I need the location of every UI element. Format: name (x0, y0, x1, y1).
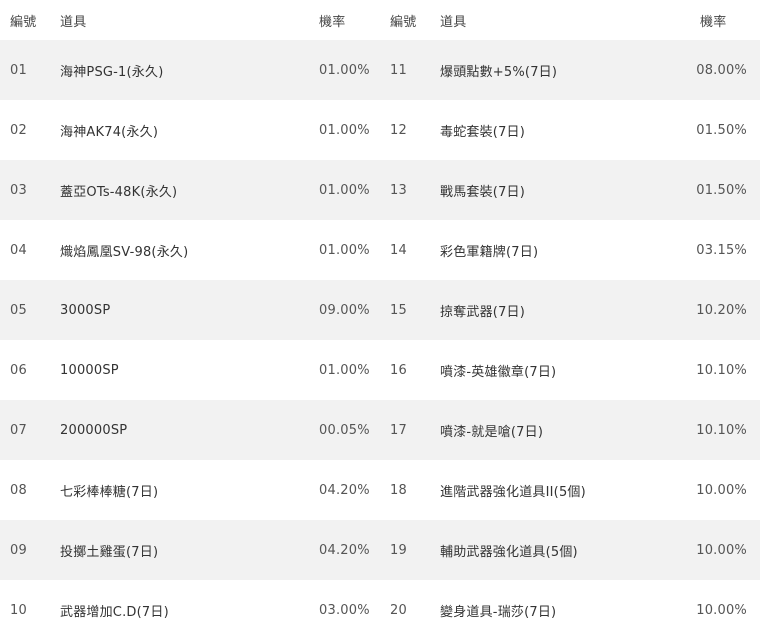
row-rate: 01.50% (696, 182, 747, 198)
table-row: 01 海神PSG-1(永久) 01.00% 11 爆頭點數+5%(7日) 08.… (0, 40, 760, 100)
row-item: 10000SP (60, 362, 119, 378)
row-rate: 01.00% (319, 242, 370, 258)
row-item: 毒蛇套裝(7日) (440, 124, 526, 140)
row-item: 變身道具-瑞莎(7日) (440, 604, 557, 620)
probability-table: 編號 道具 機率 編號 道具 機率 01 海神PSG-1(永久) 01.00% … (0, 0, 760, 640)
row-no: 01 (10, 62, 27, 78)
row-no: 13 (390, 182, 407, 198)
table-row: 07 200000SP 00.05% 17 噴漆-就是嗆(7日) 10.10% (0, 400, 760, 460)
row-no: 17 (390, 422, 407, 438)
row-item: 蓋亞OTs-48K(永久) (60, 184, 178, 200)
table-row: 06 10000SP 01.00% 16 噴漆-英雄徽章(7日) 10.10% (0, 340, 760, 400)
row-item: 進階武器強化道具II(5個) (440, 484, 586, 500)
row-no: 07 (10, 422, 27, 438)
row-rate: 10.10% (696, 362, 747, 378)
header-item-left: 道具 (60, 14, 87, 30)
row-rate: 10.00% (696, 482, 747, 498)
row-item: 噴漆-英雄徽章(7日) (440, 364, 557, 380)
row-rate: 10.00% (696, 602, 747, 618)
row-item: 戰馬套裝(7日) (440, 184, 526, 200)
row-item: 海神AK74(永久) (60, 124, 159, 140)
table-row: 09 投擲土雞蛋(7日) 04.20% 19 輔助武器強化道具(5個) 10.0… (0, 520, 760, 580)
header-item-right: 道具 (440, 14, 467, 30)
row-item: 投擲土雞蛋(7日) (60, 544, 159, 560)
table-row: 04 熾焰鳳凰SV-98(永久) 01.00% 14 彩色軍籍牌(7日) 03.… (0, 220, 760, 280)
row-rate: 01.00% (319, 182, 370, 198)
row-rate: 10.00% (696, 542, 747, 558)
table-header: 編號 道具 機率 編號 道具 機率 (0, 0, 760, 40)
row-no: 10 (10, 602, 27, 618)
row-no: 14 (390, 242, 407, 258)
row-rate: 10.10% (696, 422, 747, 438)
row-item: 武器增加C.D(7日) (60, 604, 169, 620)
table-row: 08 七彩棒棒糖(7日) 04.20% 18 進階武器強化道具II(5個) 10… (0, 460, 760, 520)
row-no: 08 (10, 482, 27, 498)
row-item: 3000SP (60, 302, 111, 318)
row-rate: 01.00% (319, 122, 370, 138)
table-row: 05 3000SP 09.00% 15 掠奪武器(7日) 10.20% (0, 280, 760, 340)
row-item: 彩色軍籍牌(7日) (440, 244, 539, 260)
row-rate: 09.00% (319, 302, 370, 318)
row-no: 04 (10, 242, 27, 258)
table-row: 03 蓋亞OTs-48K(永久) 01.00% 13 戰馬套裝(7日) 01.5… (0, 160, 760, 220)
row-item: 熾焰鳳凰SV-98(永久) (60, 244, 189, 260)
row-no: 12 (390, 122, 407, 138)
row-no: 11 (390, 62, 407, 78)
row-no: 06 (10, 362, 27, 378)
row-rate: 01.50% (696, 122, 747, 138)
row-item: 200000SP (60, 422, 128, 438)
row-rate: 08.00% (696, 62, 747, 78)
row-no: 18 (390, 482, 407, 498)
row-item: 七彩棒棒糖(7日) (60, 484, 159, 500)
row-no: 16 (390, 362, 407, 378)
row-rate: 01.00% (319, 62, 370, 78)
row-no: 15 (390, 302, 407, 318)
row-rate: 03.00% (319, 602, 370, 618)
row-rate: 10.20% (696, 302, 747, 318)
row-no: 02 (10, 122, 27, 138)
row-item: 輔助武器強化道具(5個) (440, 544, 578, 560)
row-no: 03 (10, 182, 27, 198)
row-no: 09 (10, 542, 27, 558)
table-row: 10 武器增加C.D(7日) 03.00% 20 變身道具-瑞莎(7日) 10.… (0, 580, 760, 640)
row-item: 噴漆-就是嗆(7日) (440, 424, 544, 440)
row-no: 19 (390, 542, 407, 558)
row-no: 05 (10, 302, 27, 318)
row-rate: 00.05% (319, 422, 370, 438)
header-no-right: 編號 (390, 14, 417, 30)
row-rate: 04.20% (319, 542, 370, 558)
row-item: 爆頭點數+5%(7日) (440, 64, 558, 80)
row-no: 20 (390, 602, 407, 618)
row-item: 掠奪武器(7日) (440, 304, 526, 320)
row-rate: 01.00% (319, 362, 370, 378)
header-rate-left: 機率 (319, 14, 346, 30)
row-rate: 04.20% (319, 482, 370, 498)
row-rate: 03.15% (696, 242, 747, 258)
row-item: 海神PSG-1(永久) (60, 64, 164, 80)
table-row: 02 海神AK74(永久) 01.00% 12 毒蛇套裝(7日) 01.50% (0, 100, 760, 160)
header-rate-right: 機率 (700, 14, 727, 30)
header-no-left: 編號 (10, 14, 37, 30)
